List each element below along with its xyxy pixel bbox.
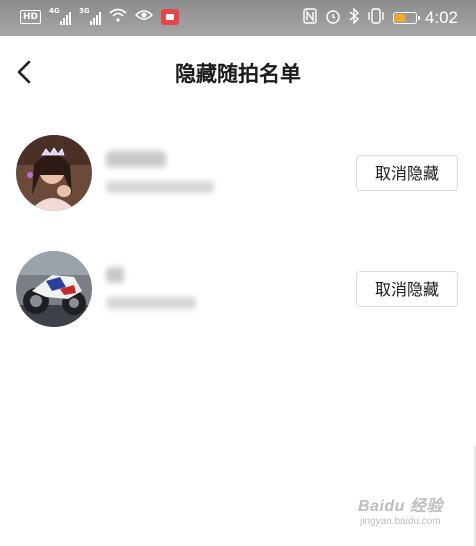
avatar[interactable] bbox=[16, 251, 92, 327]
unhide-button[interactable]: 取消隐藏 bbox=[356, 271, 458, 307]
nfc-icon bbox=[303, 8, 317, 28]
username-blurred bbox=[106, 267, 124, 283]
alarm-icon bbox=[325, 8, 341, 28]
status-bar-right: 4:02 bbox=[303, 7, 458, 28]
user-subtitle-blurred bbox=[106, 181, 214, 193]
vibrate-icon bbox=[367, 8, 385, 28]
signal-icon: 3G bbox=[79, 7, 102, 25]
user-subtitle-blurred bbox=[106, 297, 196, 309]
status-bar: HD 4G 3G 4:02 bbox=[0, 0, 476, 36]
screen-record-icon bbox=[161, 9, 180, 25]
bluetooth-icon bbox=[349, 7, 359, 28]
status-time: 4:02 bbox=[424, 8, 458, 27]
wifi-icon bbox=[109, 8, 127, 26]
hidden-user-list: 取消隐藏 取消隐藏 bbox=[0, 131, 476, 363]
network-type-label: 3G bbox=[79, 7, 90, 15]
username-blurred bbox=[106, 151, 166, 167]
eye-icon bbox=[134, 8, 154, 26]
watermark-url: jingyan.baidu.com bbox=[360, 516, 441, 527]
watermark-brand: Baidu 经验 bbox=[358, 498, 443, 515]
page-title: 隐藏随拍名单 bbox=[175, 62, 301, 86]
list-item: 取消隐藏 bbox=[0, 247, 476, 363]
signal-icon: 4G bbox=[49, 7, 72, 25]
status-bar-left: HD 4G 3G bbox=[20, 7, 180, 26]
avatar[interactable] bbox=[16, 135, 92, 211]
baidu-watermark: Baidu 经验 jingyan.baidu.com bbox=[358, 488, 448, 534]
hd-icon: HD bbox=[20, 10, 42, 24]
network-type-label: 4G bbox=[49, 7, 60, 15]
list-item: 取消隐藏 bbox=[0, 131, 476, 247]
battery-icon bbox=[392, 12, 420, 24]
unhide-button[interactable]: 取消隐藏 bbox=[356, 155, 458, 191]
hidden-list-sheet: 隐藏随拍名单 取消隐藏 取消隐藏 Baidu 经验 jingyan.baidu.… bbox=[0, 36, 476, 546]
